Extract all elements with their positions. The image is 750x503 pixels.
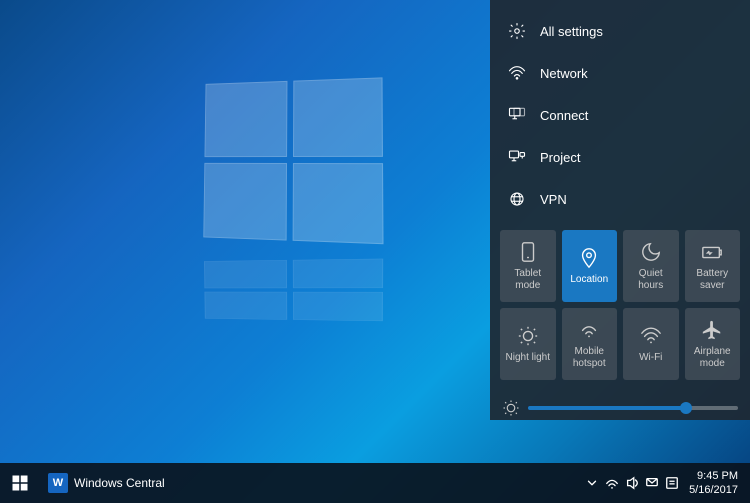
message-tray-icon[interactable] — [645, 476, 659, 490]
action-center-panel: All settings Network Connect Project VPN — [490, 0, 750, 420]
all-settings-label: All settings — [540, 24, 603, 39]
project-label: Project — [540, 150, 580, 165]
brightness-slider[interactable] — [528, 406, 738, 410]
desktop: All settings Network Connect Project VPN — [0, 0, 750, 503]
airplane-mode-label: Airplane mode — [689, 346, 737, 370]
taskbar-app[interactable]: W Windows Central — [40, 473, 165, 493]
brightness-control[interactable] — [490, 391, 750, 425]
connect-label: Connect — [540, 108, 588, 123]
battery-saver-label: Battery saver — [689, 268, 737, 292]
night-light-tile[interactable]: Night light — [500, 308, 556, 380]
wifi-tile[interactable]: Wi-Fi — [623, 308, 679, 380]
windows-icon — [11, 474, 29, 492]
project-icon — [506, 146, 528, 168]
app-name-label: Windows Central — [74, 476, 165, 490]
network-tray-icon[interactable] — [605, 476, 619, 490]
brightness-icon — [502, 399, 520, 417]
vpn-icon — [506, 188, 528, 210]
brightness-thumb — [680, 402, 692, 414]
night-light-label: Night light — [506, 352, 550, 364]
quiet-hours-label: Quiet hours — [627, 268, 675, 292]
airplane-mode-tile[interactable]: Airplane mode — [685, 308, 741, 380]
network-icon — [506, 62, 528, 84]
network-item[interactable]: Network — [490, 52, 750, 94]
vpn-item[interactable]: VPN — [490, 178, 750, 220]
vpn-label: VPN — [540, 192, 567, 207]
location-tile[interactable]: Location — [562, 230, 618, 302]
tablet-mode-tile[interactable]: Tablet mode — [500, 230, 556, 302]
tiles-row-2: Night light Mobile hotspot Wi-Fi Airplan… — [500, 308, 740, 380]
app-icon: W — [48, 473, 68, 493]
connect-icon — [506, 104, 528, 126]
clock-date: 5/16/2017 — [689, 483, 738, 497]
location-label: Location — [570, 274, 608, 286]
all-settings-item[interactable]: All settings — [490, 10, 750, 52]
windows-logo-reflection — [200, 240, 380, 340]
taskbar: W Windows Central — [0, 463, 750, 503]
tablet-mode-label: Tablet mode — [504, 268, 552, 292]
system-clock[interactable]: 9:45 PM 5/16/2017 — [685, 469, 742, 498]
tiles-row-1: Tablet mode Location Quiet hours Battery… — [500, 230, 740, 302]
clock-time: 9:45 PM — [697, 469, 738, 483]
network-label: Network — [540, 66, 588, 81]
quick-actions-container: Tablet mode Location Quiet hours Battery… — [490, 220, 750, 391]
windows-logo-desktop — [200, 80, 380, 240]
volume-tray-icon[interactable] — [625, 476, 639, 490]
mobile-hotspot-tile[interactable]: Mobile hotspot — [562, 308, 618, 380]
battery-saver-tile[interactable]: Battery saver — [685, 230, 741, 302]
tray-arrow-icon[interactable] — [585, 476, 599, 490]
mobile-hotspot-label: Mobile hotspot — [566, 346, 614, 370]
gear-icon — [506, 20, 528, 42]
wifi-label: Wi-Fi — [639, 352, 662, 364]
start-button[interactable] — [0, 463, 40, 503]
action-center-tray-icon[interactable] — [665, 476, 679, 490]
system-tray: 9:45 PM 5/16/2017 — [577, 469, 750, 498]
connect-item[interactable]: Connect — [490, 94, 750, 136]
quiet-hours-tile[interactable]: Quiet hours — [623, 230, 679, 302]
project-item[interactable]: Project — [490, 136, 750, 178]
taskbar-left: W Windows Central — [40, 473, 577, 493]
